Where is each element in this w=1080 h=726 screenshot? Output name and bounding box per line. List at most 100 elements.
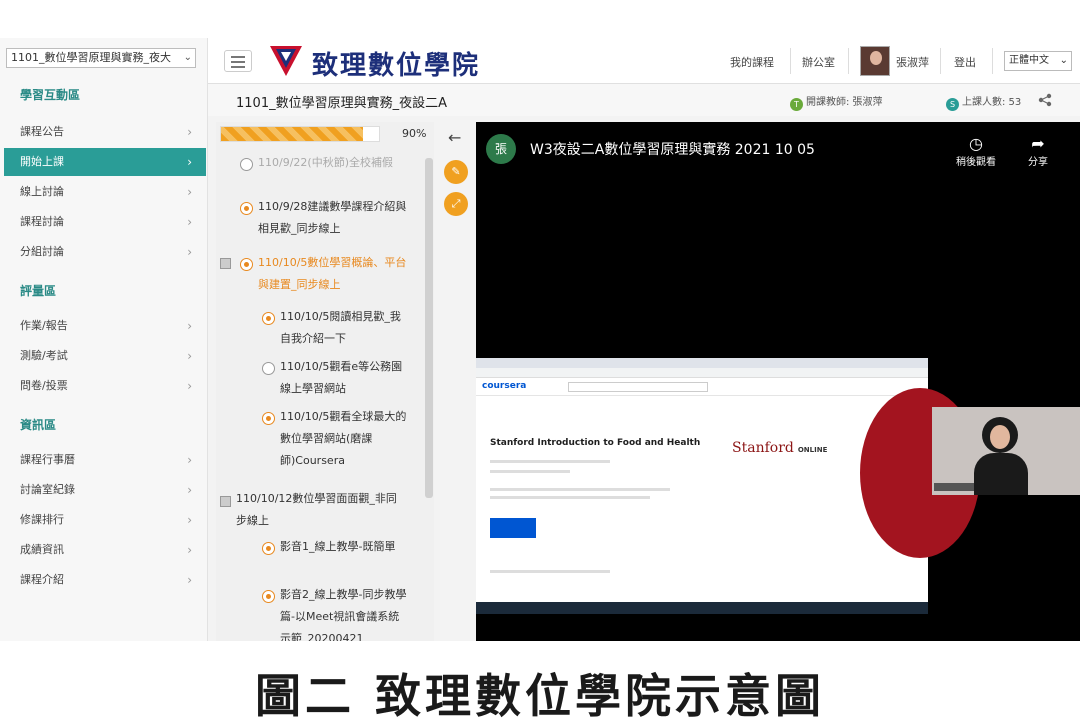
language-select-value: 正體中文 [1009,55,1049,66]
lesson-radio[interactable] [240,202,253,215]
lesson-radio[interactable] [262,412,275,425]
progress-fill [221,127,364,141]
chevron-right-icon: › [187,379,192,393]
stanford-logo: Stanford ONLINE [732,440,827,456]
share-icon[interactable] [1038,93,1052,107]
expand-icon[interactable]: ⤢ [444,192,468,216]
share-arrow-icon: ➦ [1031,134,1045,153]
logout-link[interactable]: 登出 [954,54,976,70]
lesson-radio[interactable] [262,542,275,555]
section-title-interaction: 學習互動區 [20,88,81,102]
teacher-badge-icon: T [790,98,803,111]
chevron-right-icon: › [187,245,192,259]
user-name[interactable]: 張淑萍 [896,54,929,70]
chevron-right-icon: › [187,319,192,333]
collapse-toggle[interactable] [220,258,231,269]
app-frame: 1101_數位學習原理與實務_夜大 ⌄ 學習互動區 課程公告 › 開始上課 › 線上… [0,38,1080,641]
sidebar-item-label: 開始上課 [20,155,64,168]
student-badge-icon: S [946,98,959,111]
course-heading: Stanford Introduction to Food and Health [490,438,701,448]
sidebar-item-label: 課程行事曆 [20,453,75,466]
sidebar-item-course-discussion[interactable]: 課程討論 › [4,208,206,236]
sidebar-item-grades[interactable]: 成績資訊 › [4,536,206,564]
sidebar-item-exams[interactable]: 測驗/考試 › [4,342,206,370]
progress-bar [220,126,380,142]
share-label: 分享 [1028,157,1048,168]
lesson-radio[interactable] [262,590,275,603]
online-count: S 上課人數: 53 [946,93,1021,111]
lesson-item[interactable]: 110/10/5觀看全球最大的數位學習網站(磨課師)Coursera [280,406,410,472]
chevron-right-icon: › [187,125,192,139]
clock-icon: ◷ [969,134,983,153]
sidebar-item-label: 課程討論 [20,215,64,228]
back-arrow-icon[interactable]: ← [448,128,461,147]
watch-later-label: 稍後觀看 [956,157,996,168]
channel-avatar: 張 [486,134,516,164]
lesson-radio[interactable] [262,312,275,325]
sidebar-item-label: 測驗/考試 [20,349,68,362]
lesson-item-active[interactable]: 110/10/5數位學習概論、平台與建置_同步線上 [258,252,408,296]
chevron-right-icon: › [187,513,192,527]
share-button[interactable]: ➦ 分享 [1028,134,1048,168]
note-icon[interactable]: ✎ [444,160,468,184]
watch-later-button[interactable]: ◷ 稍後觀看 [956,134,996,168]
my-courses-link[interactable]: 我的課程 [730,54,774,70]
course-select[interactable]: 1101_數位學習原理與實務_夜大 ⌄ [6,48,196,68]
lesson-radio[interactable] [240,158,253,171]
lesson-item[interactable]: 110/10/5閱讀相見歡_我自我介紹一下 [280,306,410,350]
sidebar-item-online-discussion[interactable]: 線上討論 › [4,178,206,206]
sidebar-item-surveys[interactable]: 問卷/投票 › [4,372,206,400]
section-title-assessment: 評量區 [20,284,57,298]
sidebar-item-label: 討論室紀錄 [20,483,75,496]
lesson-item[interactable]: 110/9/22(中秋節)全校補假 [258,152,426,174]
sidebar-item-course-intro[interactable]: 課程介紹 › [4,566,206,594]
lesson-item[interactable]: 110/10/5觀看e等公務園線上學習網站 [280,356,410,400]
progress-label: 90% [402,127,427,140]
menu-icon[interactable] [224,50,252,72]
sidebar-item-label: 課程介紹 [20,573,64,586]
language-select[interactable]: 正體中文 ⌄ [1004,51,1072,71]
sidebar-item-label: 修課排行 [20,513,64,526]
collapse-toggle[interactable] [220,496,231,507]
sidebar-item-start-class[interactable]: 開始上課 › [4,148,206,176]
enroll-button [490,518,536,538]
chevron-down-icon: ⌄ [183,52,192,63]
lesson-list: 90% 110/9/22(中秋節)全校補假 110/9/28建議數學課程介紹與相… [216,122,434,641]
brand-suffix: ONLINE [797,446,828,454]
lesson-item[interactable]: 110/9/28建議數學課程介紹與相見歡_同步線上 [258,196,408,240]
lesson-radio[interactable] [262,362,275,375]
sidebar-item-label: 線上討論 [20,185,64,198]
sidebar-item-announcements[interactable]: 課程公告 › [4,118,206,146]
lesson-radio[interactable] [240,258,253,271]
online-label: 上課人數: 53 [962,97,1022,108]
sidebar-item-label: 成績資訊 [20,543,64,556]
sidebar-item-ranking[interactable]: 修課排行 › [4,506,206,534]
chevron-right-icon: › [187,349,192,363]
teacher-label: 開課教師: 張淑萍 [806,97,883,108]
coursera-search [568,382,708,392]
lesson-scrollbar[interactable] [425,158,433,498]
sidebar-item-assignments[interactable]: 作業/報告 › [4,312,206,340]
office-link[interactable]: 辦公室 [802,54,835,70]
chevron-right-icon: › [187,155,192,169]
lesson-item[interactable]: 110/10/12數位學習面面觀_非同步線上 [236,488,406,532]
sidebar-item-calendar[interactable]: 課程行事曆 › [4,446,206,474]
tool-strip: ← ✎ ⤢ [440,122,472,641]
lesson-item[interactable]: 影音2_線上教學-同步教學篇-以Meet視訊會議系統示範_20200421 [280,584,410,641]
video-title: W3夜設二A數位學習原理與實務 2021 10 05 [530,142,815,158]
sidebar-item-group-discussion[interactable]: 分組討論 › [4,238,206,266]
coursera-logo: coursera [482,381,527,391]
logo-text: 致理數位學院 [312,51,481,81]
chevron-right-icon: › [187,215,192,229]
avatar[interactable] [860,46,890,76]
logo-shield-icon [270,46,302,76]
lesson-item[interactable]: 影音1_線上教學-既簡單 [280,536,400,558]
sidebar-item-room-records[interactable]: 討論室紀錄 › [4,476,206,504]
brand-text: Stanford [732,440,794,456]
chevron-right-icon: › [187,483,192,497]
figure-caption: 圖二 致理數位學院示意圖 [254,669,825,723]
video-player[interactable]: 張 W3夜設二A數位學習原理與實務 2021 10 05 ◷ 稍後觀看 ➦ 分享… [476,122,1080,641]
os-taskbar [476,602,928,614]
chevron-right-icon: › [187,543,192,557]
sidebar: 1101_數位學習原理與實務_夜大 ⌄ 學習互動區 課程公告 › 開始上課 › 線上… [0,38,208,641]
